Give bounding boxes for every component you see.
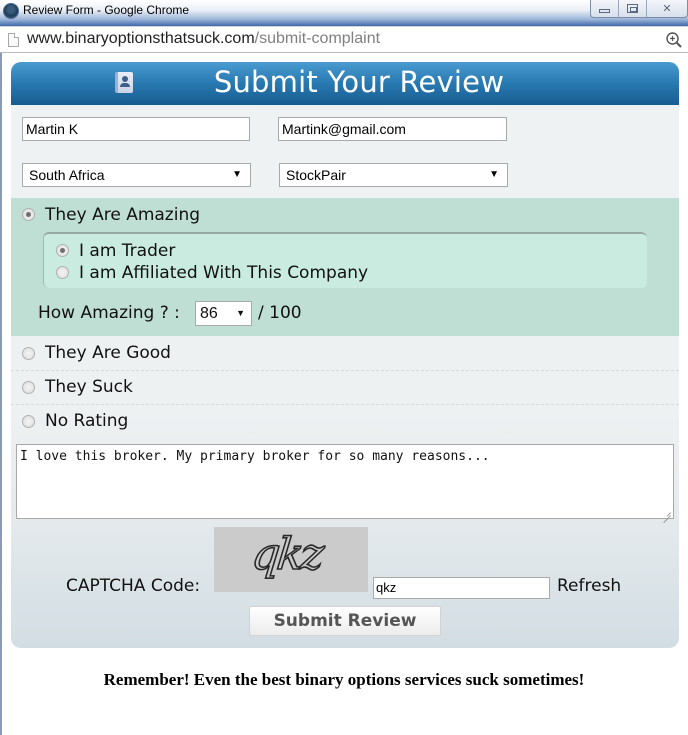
how-amazing-value: 86 (200, 305, 218, 322)
window-titlebar: Review Form - Google Chrome ✕ (0, 0, 688, 26)
resize-handle-icon[interactable] (663, 508, 671, 516)
url-path: /submit-complaint (254, 30, 381, 47)
captcha-image: qkz (214, 527, 368, 592)
rating-none-label: No Rating (45, 411, 129, 431)
rating-good-label: They Are Good (45, 343, 171, 363)
name-input[interactable]: Martin K (22, 117, 250, 141)
minimize-button[interactable] (591, 0, 619, 17)
how-amazing-label: How Amazing ? : (38, 303, 180, 323)
how-amazing-select[interactable]: 86 ▼ (195, 301, 252, 326)
footer-note: Remember! Even the best binary options s… (103, 670, 585, 689)
maximize-button[interactable] (619, 0, 647, 17)
reviewer-affiliated-radio[interactable] (56, 266, 69, 279)
window-title: Review Form - Google Chrome (23, 3, 190, 17)
captcha-label: CAPTCHA Code: (66, 576, 201, 596)
window-border (0, 53, 2, 735)
window-controls: ✕ (590, 0, 688, 18)
dropdown-arrow-icon: ▼ (236, 308, 245, 318)
rating-suck-radio[interactable] (22, 381, 35, 394)
country-select-value: South Africa (29, 167, 105, 183)
rating-none-radio[interactable] (22, 415, 35, 428)
broker-select[interactable]: StockPair ▼ (279, 163, 508, 187)
captcha-image-text: qkz (249, 528, 325, 581)
comment-textarea[interactable]: I love this broker. My primary broker fo… (16, 444, 674, 519)
captcha-input[interactable]: qkz (373, 577, 550, 599)
comment-text: I love this broker. My primary broker fo… (20, 449, 490, 464)
rating-amazing-section: They Are Amazing I am Trader I am Affili… (11, 198, 679, 336)
dropdown-arrow-icon: ▼ (232, 169, 242, 180)
zoom-in-icon[interactable] (665, 31, 683, 49)
submit-review-button[interactable]: Submit Review (249, 606, 441, 636)
reviewer-trader-label: I am Trader (79, 241, 176, 261)
form-title: Submit Your Review (213, 65, 505, 99)
reviewer-type-group: I am Trader I am Affiliated With This Co… (43, 232, 647, 288)
country-select[interactable]: South Africa ▼ (22, 163, 251, 187)
broker-select-value: StockPair (286, 167, 346, 183)
rating-suck-label: They Suck (45, 377, 133, 397)
rating-amazing-label: They Are Amazing (45, 205, 201, 225)
form-header: Submit Your Review (11, 62, 679, 105)
rating-option-good[interactable]: They Are Good (11, 337, 679, 371)
maximize-icon (627, 4, 638, 13)
chrome-app-icon (3, 3, 19, 19)
close-button[interactable]: ✕ (647, 0, 687, 17)
captcha-refresh-link[interactable]: Refresh (557, 576, 621, 596)
reviewer-affiliated-label: I am Affiliated With This Company (79, 263, 369, 283)
rating-amazing-radio[interactable] (22, 208, 35, 221)
minimize-icon (599, 8, 610, 13)
address-bar[interactable]: www.binaryoptionsthatsuck.com/submit-com… (0, 26, 688, 53)
url[interactable]: www.binaryoptionsthatsuck.com/submit-com… (27, 30, 380, 48)
page-icon (8, 33, 19, 47)
close-icon: ✕ (662, 2, 672, 15)
dropdown-arrow-icon: ▼ (489, 169, 499, 180)
rating-option-none[interactable]: No Rating (11, 405, 679, 439)
email-input[interactable]: Martink@gmail.com (278, 117, 507, 141)
rating-good-radio[interactable] (22, 347, 35, 360)
review-form: Submit Your Review Martin K Martink@gmai… (11, 62, 679, 648)
reviewer-trader-radio[interactable] (56, 244, 69, 257)
url-host: www.binaryoptionsthatsuck.com (27, 30, 255, 47)
rating-option-suck[interactable]: They Suck (11, 371, 679, 405)
how-amazing-max: / 100 (258, 303, 302, 323)
